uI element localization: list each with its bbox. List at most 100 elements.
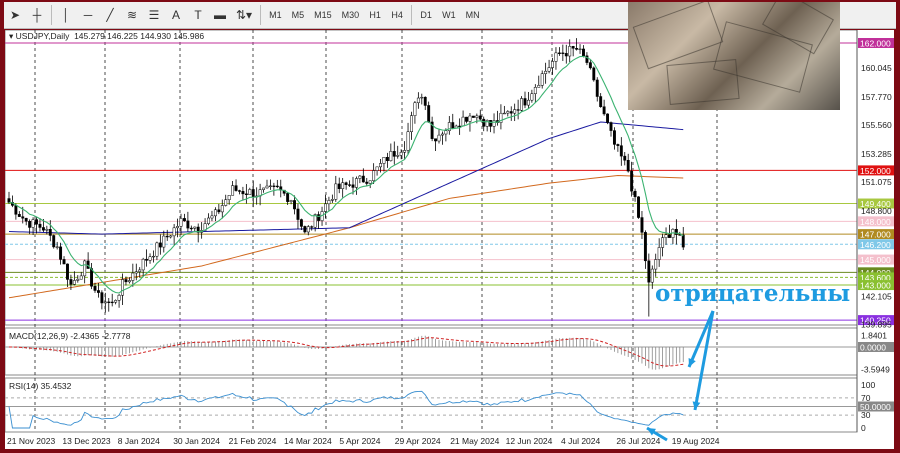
candle-body xyxy=(630,170,634,192)
fibo-channel-icon[interactable]: ☰ xyxy=(143,4,165,26)
candle-body xyxy=(313,214,317,228)
trendline-icon[interactable]: ╱ xyxy=(99,4,121,26)
candle-body xyxy=(482,118,486,127)
candle-body xyxy=(533,87,537,94)
text-icon[interactable]: A xyxy=(165,4,187,26)
candle-body xyxy=(478,115,482,120)
candle-body xyxy=(530,93,534,101)
candle-body xyxy=(640,217,644,233)
timeframe-h4[interactable]: H4 xyxy=(386,4,408,26)
timeframe-h1[interactable]: H1 xyxy=(364,4,386,26)
candle-body xyxy=(275,185,279,188)
candle-body xyxy=(575,48,579,50)
fibonacci-icon[interactable]: ≋ xyxy=(121,4,143,26)
candle-body xyxy=(293,200,296,210)
candle-body xyxy=(650,268,654,283)
candle-body xyxy=(28,221,32,228)
timeframe-w1[interactable]: W1 xyxy=(437,4,461,26)
candle-body xyxy=(561,52,565,54)
candle-body xyxy=(72,280,76,285)
candle-body xyxy=(595,79,599,97)
candle-body xyxy=(227,195,231,201)
timeframe-m15[interactable]: M15 xyxy=(309,4,337,26)
candle-body xyxy=(131,272,135,281)
candle-body xyxy=(385,156,389,162)
timeframe-mn[interactable]: MN xyxy=(461,4,485,26)
level-label: 162.000 xyxy=(860,39,891,49)
candle-body xyxy=(502,112,506,115)
candle-body xyxy=(251,189,255,198)
rsi-line xyxy=(8,390,684,429)
rsi-axis-label: 100 xyxy=(861,380,875,390)
candle-body xyxy=(35,219,38,225)
macd-axis-label: 1.8401 xyxy=(861,330,887,340)
rectangle-icon[interactable]: ▬ xyxy=(209,4,231,26)
date-axis-label: 8 Jan 2024 xyxy=(118,436,160,446)
macd-axis-label: -3.5949 xyxy=(861,365,890,375)
price-axis-label: 139.895 xyxy=(861,320,892,330)
chart-window[interactable]: 162.000 152.000 149.400 148.000 147.000 146.2… xyxy=(5,2,894,449)
rsi-axis-label: 30 xyxy=(861,410,871,420)
candle-body xyxy=(568,46,572,57)
candle-body xyxy=(265,185,269,189)
candle-body xyxy=(664,234,668,238)
macd-label: MACD(12,26,9) -2.4365 -2.7778 xyxy=(9,331,131,341)
candle-body xyxy=(588,62,592,69)
vertical-line-icon[interactable]: │ xyxy=(55,4,77,26)
candle-body xyxy=(289,200,293,202)
text-label-icon[interactable]: T xyxy=(187,4,209,26)
horizontal-line-icon[interactable]: ─ xyxy=(77,4,99,26)
arrow-icon xyxy=(693,310,715,411)
ma-fast-line xyxy=(8,55,684,294)
candle-body xyxy=(48,229,52,236)
candle-body xyxy=(299,219,303,227)
date-axis-label: 21 Nov 2023 xyxy=(7,436,55,446)
candle-body xyxy=(272,185,276,187)
candle-body xyxy=(444,130,448,135)
candle-body xyxy=(86,260,90,269)
toolbar-separator xyxy=(411,5,413,25)
candle-body xyxy=(155,242,159,257)
rsi-panel-border xyxy=(5,377,858,433)
candle-body xyxy=(176,226,180,229)
candle-body xyxy=(296,208,300,220)
candle-body xyxy=(327,200,331,205)
candle-body xyxy=(602,106,606,115)
candle-body xyxy=(396,155,400,157)
timeframe-m5[interactable]: M5 xyxy=(287,4,310,26)
price-axis-label: 160.045 xyxy=(861,63,892,73)
crosshair-icon[interactable]: ┼ xyxy=(26,4,48,26)
candle-body xyxy=(461,116,465,127)
candle-body xyxy=(382,156,386,164)
price-axis-label: 153.285 xyxy=(861,149,892,159)
timeframe-d1[interactable]: D1 xyxy=(415,4,437,26)
candle-body xyxy=(90,268,94,287)
candle-body xyxy=(69,279,73,285)
candle-body xyxy=(7,198,11,203)
date-axis-label: 26 Jul 2024 xyxy=(616,436,660,446)
ma-orange-line xyxy=(8,174,684,299)
candle-body xyxy=(406,131,410,151)
timeframe-m30[interactable]: M30 xyxy=(337,4,365,26)
candle-body xyxy=(492,120,496,127)
candle-body xyxy=(513,109,517,114)
candle-body xyxy=(423,96,427,106)
level-label: 146.200 xyxy=(860,240,891,250)
candle-body xyxy=(471,115,475,118)
cursor-icon[interactable]: ➤ xyxy=(4,4,26,26)
candle-body xyxy=(375,166,379,171)
candle-body xyxy=(83,260,87,277)
candle-body xyxy=(516,109,520,111)
candle-body xyxy=(582,48,585,57)
timeframe-m1[interactable]: M1 xyxy=(264,4,287,26)
shapes-icon[interactable]: ⇅▾ xyxy=(231,4,257,26)
candle-body xyxy=(368,180,372,184)
candle-body xyxy=(45,229,49,231)
candle-body xyxy=(62,259,66,265)
candle-body xyxy=(612,130,616,145)
candle-body xyxy=(475,115,479,118)
candle-body xyxy=(141,258,145,271)
price-axis-label: 157.770 xyxy=(861,92,892,102)
toolbar-separator xyxy=(51,5,52,25)
candle-body xyxy=(306,226,310,233)
